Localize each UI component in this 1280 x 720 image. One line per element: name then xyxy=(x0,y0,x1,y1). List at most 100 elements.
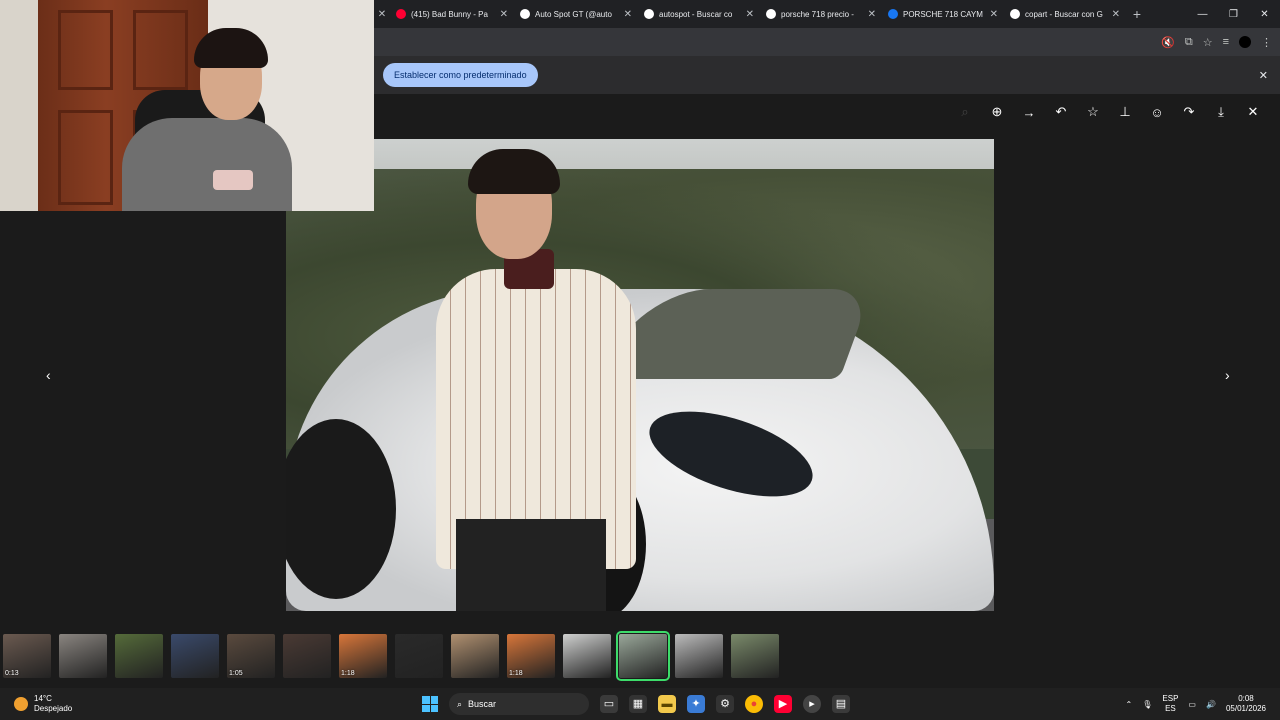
file-explorer-icon[interactable]: ▬ xyxy=(658,695,676,713)
default-browser-infobar: Establecer como predeterminado ✕ xyxy=(374,56,1280,94)
close-infobar-icon[interactable]: ✕ xyxy=(1259,69,1268,82)
tab-search-icon[interactable]: ≡ xyxy=(1223,36,1229,48)
restore-icon[interactable]: ❐ xyxy=(1218,9,1249,20)
close-window-icon[interactable]: ✕ xyxy=(1249,9,1280,20)
thumbnail[interactable] xyxy=(283,634,331,678)
viewer-toolbar: ⌕ ⊕ → ↶ ☆ ⊥ ☺ ↷ ⤓ ✕ xyxy=(956,94,1280,130)
language-indicator[interactable]: ESP ES xyxy=(1162,694,1178,714)
media-player-icon[interactable]: ▸ xyxy=(803,695,821,713)
close-icon[interactable]: ✕ xyxy=(500,9,508,20)
temperature: 14°C xyxy=(34,694,52,703)
set-default-button[interactable]: Establecer como predeterminado xyxy=(383,63,538,87)
tab-title: Auto Spot GT (@auto xyxy=(535,9,612,19)
tab-strip: ✕ (415) Bad Bunny - Pa ✕ Auto Spot GT (@… xyxy=(374,0,1280,28)
google-icon xyxy=(766,9,776,19)
thumbnail[interactable] xyxy=(395,634,443,678)
volume-icon[interactable]: 🔊 xyxy=(1206,700,1216,709)
tab-title: PORSCHE 718 CAYM xyxy=(903,9,983,19)
close-tab-icon[interactable]: ✕ xyxy=(374,9,390,20)
mute-icon[interactable]: 🔇 xyxy=(1161,36,1175,49)
search-icon: ⌕ xyxy=(961,104,969,119)
weather-widget[interactable]: 14°C Despejado xyxy=(0,694,220,714)
thumbnail[interactable]: 0:13 xyxy=(3,634,51,678)
new-tab-button[interactable]: + xyxy=(1126,6,1148,22)
thumbnail[interactable]: 1:18 xyxy=(339,634,387,678)
clock[interactable]: 0:08 05/01/2026 xyxy=(1226,694,1266,714)
thumbnail[interactable] xyxy=(616,631,670,681)
google-icon xyxy=(644,9,654,19)
weather-condition: Despejado xyxy=(34,704,73,713)
facebook-icon xyxy=(888,9,898,19)
close-icon[interactable]: ✕ xyxy=(624,9,632,20)
chrome-icon[interactable]: ● xyxy=(745,695,763,713)
microphone-icon[interactable]: 🎙 xyxy=(1142,700,1152,709)
settings-gear-icon[interactable]: ⚙ xyxy=(716,695,734,713)
install-app-icon[interactable]: ⧉ xyxy=(1185,36,1193,49)
taskbar-apps: ⌕ Buscar ▭ ▦ ▬ ✦ ⚙ ● ▶ ▸ ▤ xyxy=(422,688,850,720)
thumbnail-duration: 1:05 xyxy=(229,670,243,677)
calculator-icon[interactable]: ▤ xyxy=(832,695,850,713)
close-icon[interactable]: ✕ xyxy=(746,9,754,20)
store-icon[interactable]: ▦ xyxy=(629,695,647,713)
thumbnail[interactable] xyxy=(451,634,499,678)
tab-title: copart - Buscar con G xyxy=(1025,9,1103,19)
windows-start-icon[interactable] xyxy=(422,696,438,712)
download-icon[interactable]: ⤓ xyxy=(1212,104,1230,120)
copilot-icon[interactable]: ✦ xyxy=(687,695,705,713)
tab-title: (415) Bad Bunny - Pa xyxy=(411,9,488,19)
thumbnail[interactable] xyxy=(731,634,779,678)
task-view-icon[interactable]: ▭ xyxy=(600,695,618,713)
thumbnail-strip: 0:13 1:05 1:18 1:18 xyxy=(0,626,1280,686)
close-icon[interactable]: ✕ xyxy=(990,9,998,20)
taskbar: 14°C Despejado ⌕ Buscar ▭ ▦ ▬ ✦ ⚙ ● ▶ ▸ … xyxy=(0,688,1280,720)
zoom-in-icon[interactable]: ⊕ xyxy=(988,104,1006,120)
taskbar-search[interactable]: ⌕ Buscar xyxy=(449,693,589,715)
thumbnail[interactable]: 1:05 xyxy=(227,634,275,678)
google-icon xyxy=(1010,9,1020,19)
share-icon[interactable]: ↷ xyxy=(1180,104,1198,120)
youtube-icon xyxy=(396,9,406,19)
thumbnail[interactable] xyxy=(563,634,611,678)
search-label: Buscar xyxy=(468,699,497,709)
thumbnail[interactable]: 1:18 xyxy=(507,634,555,678)
webcam-overlay xyxy=(0,0,374,211)
profile-avatar[interactable] xyxy=(1239,36,1251,48)
window-controls: — ❐ ✕ xyxy=(1187,9,1280,20)
tab-copart[interactable]: copart - Buscar con G ✕ xyxy=(1004,0,1126,28)
network-icon[interactable]: ▭ xyxy=(1188,700,1196,709)
tab-youtube[interactable]: (415) Bad Bunny - Pa ✕ xyxy=(390,0,514,28)
tab-title: porsche 718 precio - xyxy=(781,9,854,19)
thumbnail[interactable] xyxy=(115,634,163,678)
tab-autospot[interactable]: autospot - Buscar co ✕ xyxy=(638,0,760,28)
search-icon: ⌕ xyxy=(457,698,463,709)
thumbnail[interactable] xyxy=(171,634,219,678)
youtube-icon[interactable]: ▶ xyxy=(774,695,792,713)
tab-tiktok[interactable]: Auto Spot GT (@auto ✕ xyxy=(514,0,638,28)
thumbnail-duration: 1:18 xyxy=(341,670,355,677)
emoji-icon[interactable]: ☺ xyxy=(1148,105,1166,120)
tab-title: autospot - Buscar co xyxy=(659,9,733,19)
forward-arrow-icon[interactable]: → xyxy=(1020,105,1038,120)
thumbnail[interactable] xyxy=(675,634,723,678)
minimize-icon[interactable]: — xyxy=(1187,9,1218,20)
pin-icon[interactable]: ⊥ xyxy=(1116,104,1134,120)
menu-icon[interactable]: ⋮ xyxy=(1261,36,1272,49)
close-icon[interactable]: ✕ xyxy=(868,9,876,20)
tab-porsche-price[interactable]: porsche 718 precio - ✕ xyxy=(760,0,882,28)
thumbnail-duration: 1:18 xyxy=(509,670,523,677)
close-icon[interactable]: ✕ xyxy=(1244,104,1262,120)
star-icon[interactable]: ☆ xyxy=(1084,104,1102,120)
previous-image-button[interactable]: ‹ xyxy=(46,367,51,383)
close-icon[interactable]: ✕ xyxy=(1112,9,1120,20)
weather-sun-icon xyxy=(14,697,28,711)
browser-toolbar: 🔇 ⧉ ☆ ≡ ⋮ xyxy=(374,28,1280,56)
tab-facebook[interactable]: PORSCHE 718 CAYM ✕ xyxy=(882,0,1004,28)
undo-icon[interactable]: ↶ xyxy=(1052,104,1070,120)
thumbnail-duration: 0:13 xyxy=(5,670,19,677)
screen: ✕ (415) Bad Bunny - Pa ✕ Auto Spot GT (@… xyxy=(0,0,1280,720)
chevron-up-icon[interactable]: ⌃ xyxy=(1126,700,1133,709)
bookmark-star-icon[interactable]: ☆ xyxy=(1203,36,1213,49)
next-image-button[interactable]: › xyxy=(1225,367,1230,383)
system-tray: ⌃ 🎙 ESP ES ▭ 🔊 0:08 05/01/2026 xyxy=(1126,688,1280,720)
thumbnail[interactable] xyxy=(59,634,107,678)
